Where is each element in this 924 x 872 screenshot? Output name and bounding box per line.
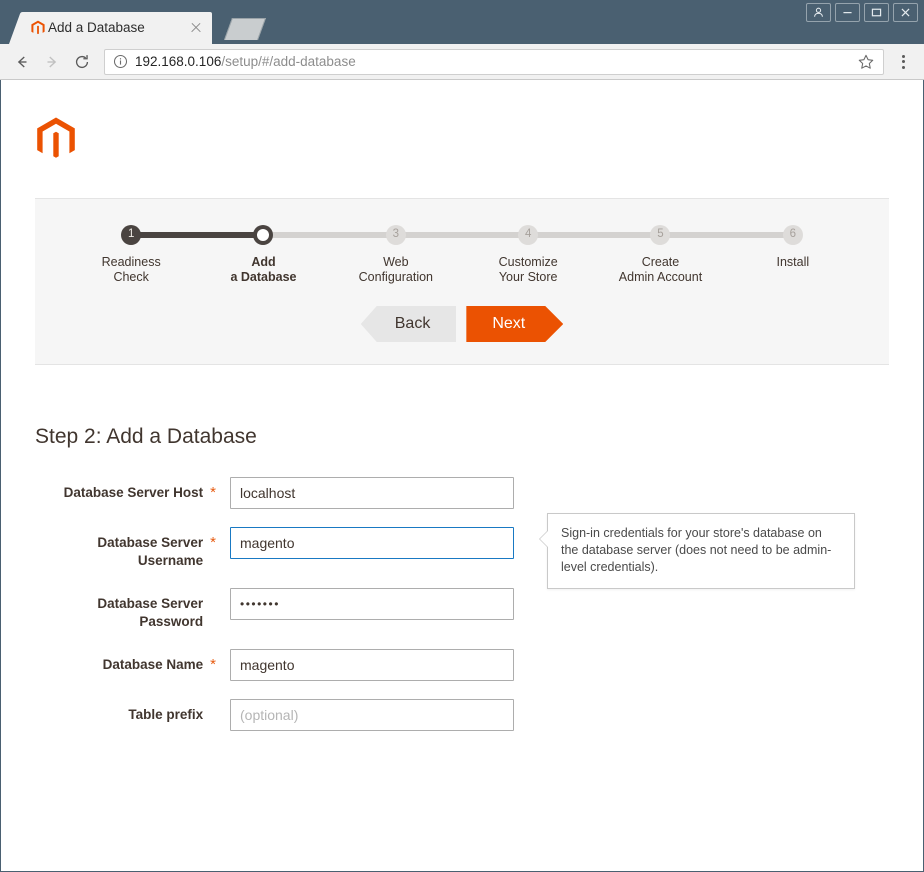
field-label: Database Server Host bbox=[63, 485, 204, 500]
page-content: 1 Readiness Check 2 Add a Database 3 Web… bbox=[0, 80, 924, 872]
window-controls bbox=[806, 3, 918, 22]
field-label: Table prefix bbox=[128, 707, 204, 722]
profile-icon[interactable] bbox=[806, 3, 831, 22]
table-prefix-input[interactable] bbox=[230, 699, 514, 731]
step-number: 4 bbox=[518, 225, 539, 245]
field-database-server-host: Database Server Host * bbox=[1, 477, 923, 509]
username-tooltip: Sign-in credentials for your store's dat… bbox=[539, 513, 855, 589]
step-label: Customize Your Store bbox=[498, 255, 558, 284]
url-path: /setup/#/add-database bbox=[221, 53, 356, 69]
address-bar[interactable]: 192.168.0.106/setup/#/add-database bbox=[104, 48, 884, 75]
field-label-box: Database Name * bbox=[1, 649, 216, 674]
minimize-icon[interactable] bbox=[835, 3, 860, 22]
database-server-host-input[interactable] bbox=[230, 477, 514, 509]
step-label: Install bbox=[776, 255, 810, 269]
field-label-box: Table prefix * bbox=[1, 699, 216, 724]
step-label: Create Admin Account bbox=[618, 255, 703, 284]
kebab-menu-icon[interactable] bbox=[890, 48, 916, 76]
required-asterisk: * bbox=[210, 534, 216, 551]
step-number: 6 bbox=[782, 225, 803, 245]
maximize-icon[interactable] bbox=[864, 3, 889, 22]
database-server-password-input[interactable] bbox=[230, 588, 514, 620]
field-table-prefix: Table prefix * bbox=[1, 699, 923, 731]
step-number: 2 bbox=[253, 225, 274, 245]
next-button[interactable]: Next bbox=[466, 306, 563, 342]
field-label-box: Database Server Host * bbox=[1, 477, 216, 502]
step-label: Readiness Check bbox=[101, 255, 161, 284]
browser-tab[interactable]: Add a Database bbox=[22, 12, 212, 44]
field-database-name: Database Name * bbox=[1, 649, 923, 681]
magento-logo-icon bbox=[30, 20, 46, 36]
page-title: Step 2: Add a Database bbox=[35, 425, 257, 448]
step-connector bbox=[131, 232, 264, 238]
star-icon[interactable] bbox=[857, 53, 875, 71]
tab-title: Add a Database bbox=[48, 20, 145, 35]
field-label: Database Server Username bbox=[97, 535, 204, 568]
close-icon[interactable] bbox=[188, 20, 204, 36]
required-asterisk: * bbox=[210, 656, 216, 673]
step-connector bbox=[660, 232, 793, 238]
database-name-input[interactable] bbox=[230, 649, 514, 681]
step-number: 5 bbox=[650, 225, 671, 245]
step-connector bbox=[528, 232, 661, 238]
url-text: 192.168.0.106/setup/#/add-database bbox=[135, 55, 850, 69]
field-label: Database Name bbox=[102, 657, 204, 672]
field-label-box: Database Server Password * bbox=[1, 588, 216, 631]
field-database-server-username: Database Server Username * Sign-in crede… bbox=[1, 513, 923, 589]
step-connector bbox=[395, 232, 529, 238]
wizard-buttons: Back Next bbox=[35, 306, 889, 342]
forward-arrow-icon[interactable] bbox=[38, 48, 66, 76]
step-label: Web Configuration bbox=[358, 255, 433, 284]
reload-icon[interactable] bbox=[68, 48, 96, 76]
field-label-box: Database Server Username * bbox=[1, 527, 216, 570]
new-tab-icon[interactable] bbox=[223, 18, 267, 40]
database-form: Database Server Host * Database Server U… bbox=[1, 477, 923, 731]
tab-strip: Add a Database bbox=[0, 0, 924, 44]
step-number: 1 bbox=[121, 225, 142, 245]
close-icon[interactable] bbox=[893, 3, 918, 22]
back-button[interactable]: Back bbox=[360, 306, 457, 342]
browser-window: Add a Database 192.168.0.106/setup/#/add… bbox=[0, 0, 924, 872]
magento-logo bbox=[1, 80, 923, 164]
step-label: Add a Database bbox=[230, 255, 297, 284]
field-database-server-password: Database Server Password * bbox=[1, 588, 923, 631]
database-server-username-input[interactable] bbox=[230, 527, 514, 559]
info-icon[interactable] bbox=[113, 54, 128, 69]
browser-toolbar: 192.168.0.106/setup/#/add-database bbox=[0, 44, 924, 80]
back-arrow-icon[interactable] bbox=[8, 48, 36, 76]
required-asterisk: * bbox=[210, 484, 216, 501]
step-list: 1 Readiness Check 2 Add a Database 3 Web… bbox=[65, 225, 859, 284]
step-connector bbox=[263, 232, 396, 238]
step-install[interactable]: 6 Install bbox=[660, 225, 859, 284]
install-stepper: 1 Readiness Check 2 Add a Database 3 Web… bbox=[35, 198, 889, 365]
url-host: 192.168.0.106 bbox=[135, 53, 222, 69]
step-number: 3 bbox=[385, 225, 406, 245]
field-label: Database Server Password bbox=[97, 596, 204, 629]
